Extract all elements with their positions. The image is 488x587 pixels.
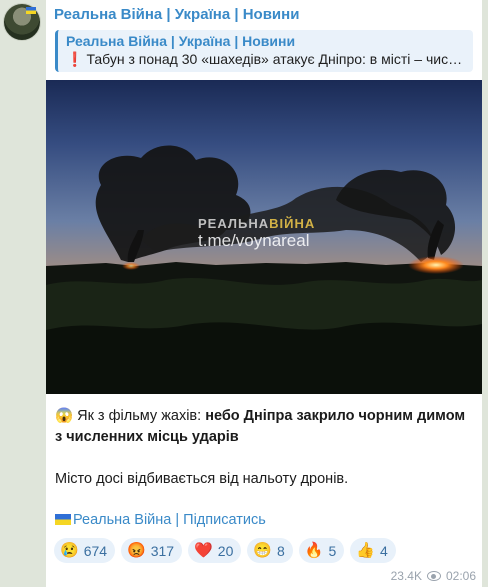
channel-avatar[interactable] (3, 3, 41, 41)
message-plain: Як з фільму жахів: (73, 408, 206, 424)
ukraine-flag-icon (26, 7, 36, 14)
reaction-cry[interactable]: 😢 674 (54, 538, 116, 563)
subscribe-link[interactable]: Реальна Війна | Підписатись (55, 512, 266, 528)
eye-icon (426, 571, 441, 581)
reaction-angry[interactable]: 😡 317 (121, 538, 183, 563)
fire-icon: 🔥 (304, 542, 324, 559)
reaction-count: 317 (150, 542, 175, 559)
reply-title: Реальна Війна | Україна | Новини (66, 33, 296, 49)
message-bubble: Реальна Війна | Україна | Новини Реальна… (46, 0, 482, 587)
reaction-fire[interactable]: 🔥 5 (298, 538, 345, 563)
reaction-thumbs-up[interactable]: 👍 4 (350, 538, 396, 563)
thumbs-up-icon: 👍 (356, 542, 376, 559)
reaction-heart[interactable]: ❤️ 20 (188, 538, 242, 563)
reaction-grin[interactable]: 😁 8 (247, 538, 293, 563)
post-time: 02:06 (445, 569, 476, 583)
reaction-count: 674 (83, 542, 108, 559)
subscribe-label: Реальна Війна | Підписатись (73, 512, 266, 528)
watermark: РЕАЛЬНАВІЙНА t.me/voynareal (198, 216, 315, 251)
reply-text: ❗ Табун з понад 30 «шахедів» атакує Дніпр… (66, 50, 465, 69)
views-count: 23.4K (390, 569, 422, 583)
reaction-count: 8 (277, 542, 285, 559)
reply-snippet: Табун з понад 30 «шахедів» атакує Дніпро… (86, 51, 465, 67)
exclamation-icon: ❗ (66, 51, 84, 67)
watermark-brand-a: РЕАЛЬНА (198, 216, 270, 231)
watermark-brand-b: ВІЙНА (269, 216, 316, 231)
message-text: 😱 Як з фільму жахів: небо Дніпра закрило… (55, 406, 475, 448)
reaction-count: 20 (217, 542, 234, 559)
reactions-bar: 😢 674 😡 317 ❤️ 20 😁 8 🔥 5 👍 4 (54, 538, 396, 563)
channel-name[interactable]: Реальна Війна | Україна | Новини (54, 6, 299, 23)
message-meta: 23.4K 02:06 (391, 569, 476, 583)
watermark-link: t.me/voynareal (198, 231, 310, 250)
ukraine-flag-icon (55, 514, 71, 525)
angry-face-icon: 😡 (127, 542, 146, 559)
heart-icon: ❤️ (194, 542, 213, 559)
grin-face-icon: 😁 (253, 542, 273, 559)
scream-emoji: 😱 (55, 408, 74, 424)
reaction-count: 5 (328, 542, 337, 559)
crying-face-icon: 😢 (60, 542, 79, 559)
reaction-count: 4 (380, 542, 388, 559)
message-line2: Місто досі відбивається від нальоту дрон… (55, 471, 349, 487)
video-preview[interactable]: РЕАЛЬНАВІЙНА t.me/voynareal (46, 80, 482, 394)
reply-quote[interactable]: Реальна Війна | Україна | Новини ❗ Табун … (55, 30, 473, 72)
